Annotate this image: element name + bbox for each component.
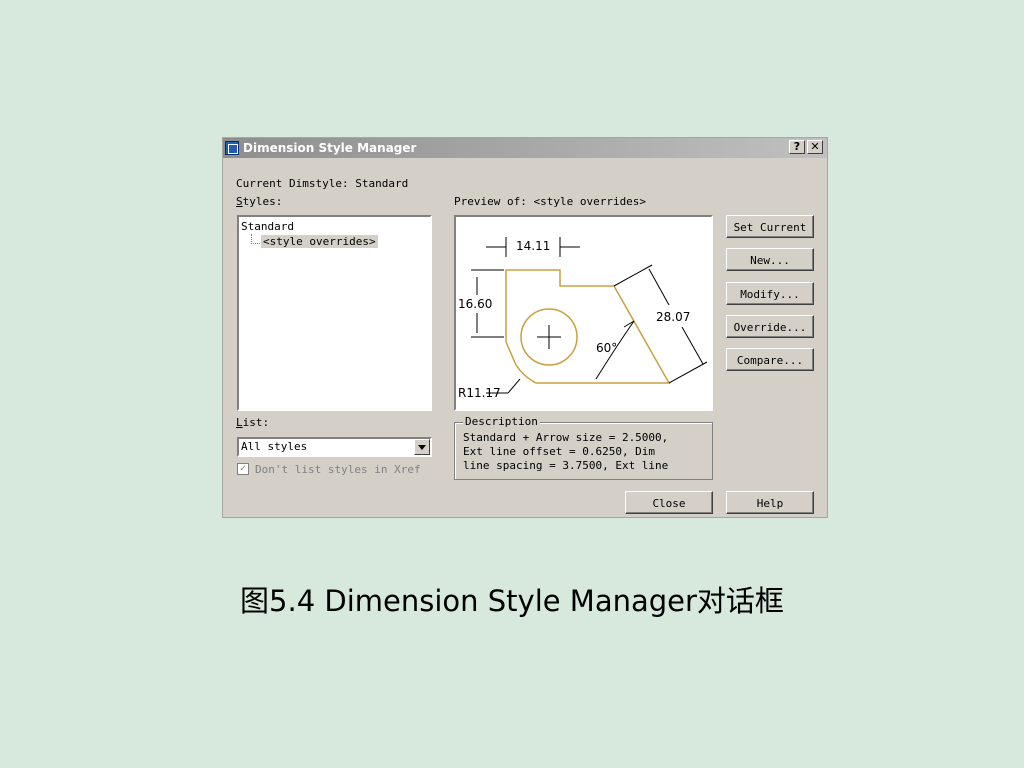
dont-list-xref-checkbox[interactable]: ✓ [237,463,249,475]
preview-panel: 14.11 16.60 28.07 60° R11.17 [454,215,713,411]
description-line: Ext line offset = 0.6250, Dim [463,445,656,458]
preview-drawing: 14.11 16.60 28.07 60° R11.17 [458,237,708,400]
description-line: Standard + Arrow size = 2.5000, [463,431,669,444]
override-button[interactable]: Override... [726,315,814,338]
right-ext-top [613,264,653,287]
dim-radius-text: R11.17 [458,386,501,400]
preview-label: Preview of: <style overrides> [454,195,647,208]
close-title-button[interactable]: ✕ [807,140,823,154]
style-item-standard[interactable]: Standard [241,220,294,233]
help-title-button[interactable]: ? [789,140,805,154]
description-legend: Description [463,415,540,428]
part-outline [505,269,671,384]
list-label: List: [236,416,270,429]
description-line: line spacing = 3.7500, Ext line [463,459,669,472]
compare-button[interactable]: Compare... [726,348,814,371]
right-dim-top [648,268,670,306]
dim-angle-text: 60° [596,341,617,355]
dim-right-text: 28.07 [656,310,690,324]
chevron-down-icon[interactable] [414,439,430,455]
right-dim-bottom [681,326,704,365]
style-item-overrides[interactable]: <style overrides> [261,235,378,248]
help-button[interactable]: Help [726,491,814,514]
dim-top-text: 14.11 [516,239,550,253]
figure-caption: 图5.4 Dimension Style Manager对话框 [240,584,784,618]
list-filter-value: All styles [241,440,308,453]
styles-label: Styles: [236,195,283,208]
right-ext-bottom [668,361,708,384]
set-current-button[interactable]: Set Current [726,215,814,238]
styles-listbox[interactable]: Standard <style overrides> [237,215,432,411]
list-filter-select[interactable]: All styles [237,437,432,457]
app-icon [225,141,239,155]
dimension-style-manager-dialog: Dimension Style Manager ? ✕ Current Dims… [222,137,828,518]
tree-connector [251,234,260,244]
description-group: Description Standard + Arrow size = 2.50… [454,415,713,480]
modify-button[interactable]: Modify... [726,282,814,305]
new-button[interactable]: New... [726,248,814,271]
title-bar[interactable]: Dimension Style Manager ? ✕ [223,138,827,158]
dim-left-text: 16.60 [458,297,492,311]
dialog-title: Dimension Style Manager [243,141,417,155]
current-dimstyle-label: Current Dimstyle: Standard [236,177,409,190]
radius-leader-d [507,378,521,394]
close-button[interactable]: Close [625,491,713,514]
dont-list-xref-label: Don't list styles in Xref [255,463,421,476]
